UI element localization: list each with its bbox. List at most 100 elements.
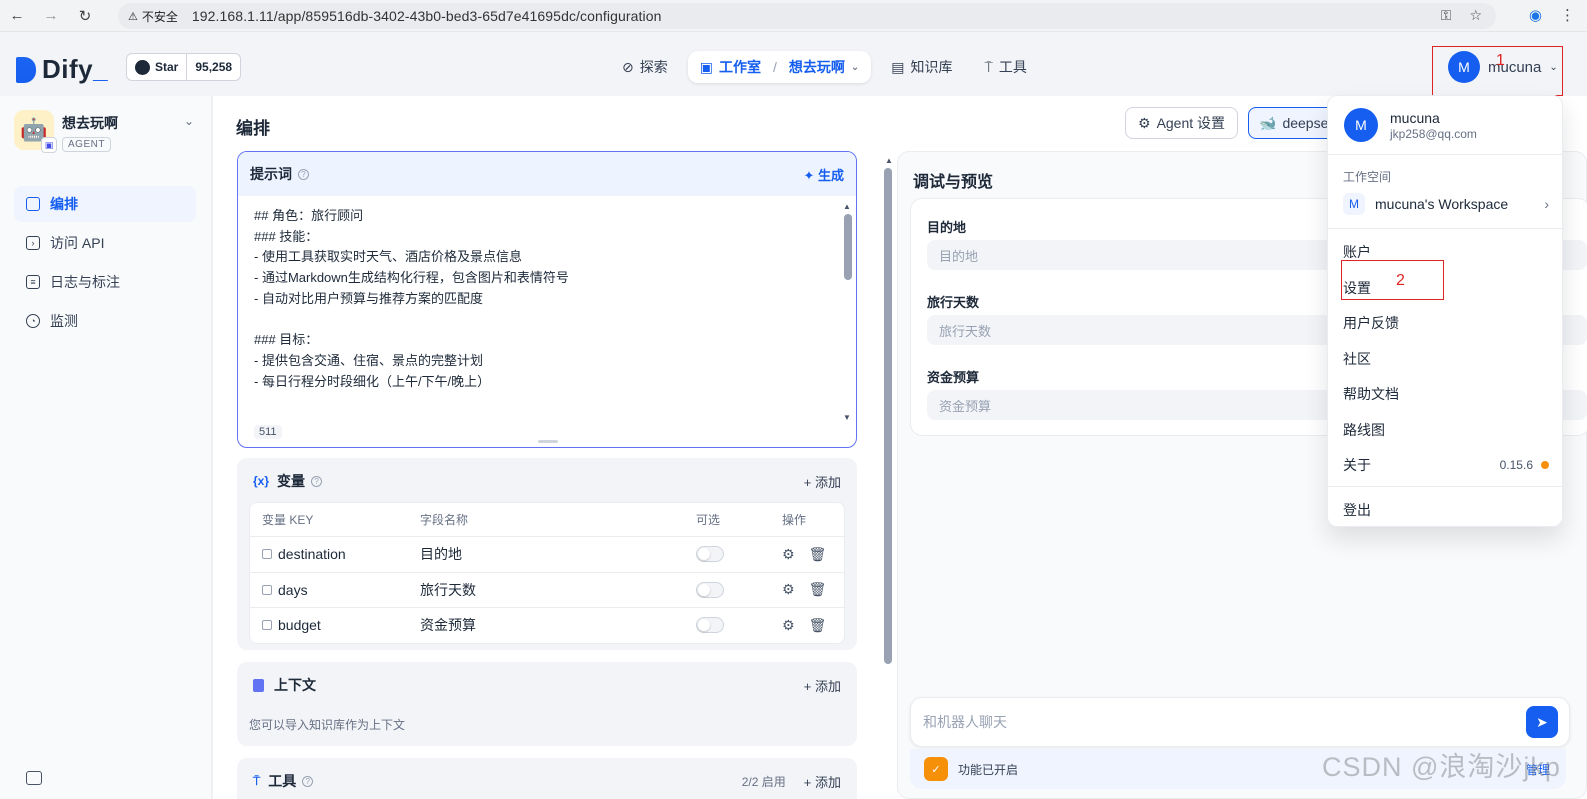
gear-icon[interactable]: ⚙: [782, 617, 795, 634]
add-variable-button[interactable]: + 添加: [804, 472, 841, 491]
tools-count: 2/2 启用: [741, 774, 786, 789]
nav-explore[interactable]: ⊘ 探索: [610, 51, 680, 83]
table-row: destination 目的地 ⚙ 🗑: [250, 536, 844, 572]
current-app-selector[interactable]: 想去玩啊: [789, 57, 845, 77]
optional-toggle[interactable]: [696, 617, 724, 634]
menu-item-community[interactable]: 社区: [1343, 349, 1549, 369]
document-icon: [253, 678, 264, 692]
trash-icon[interactable]: 🗑: [809, 617, 827, 634]
char-count: 511: [254, 425, 282, 439]
gear-icon: ⚙: [1138, 114, 1151, 131]
github-icon: [135, 59, 150, 75]
prompt-title: 提示词: [250, 166, 292, 182]
prompt-scrollbar[interactable]: ▲ ▼: [843, 202, 852, 422]
reload-icon[interactable]: ↻: [68, 0, 102, 32]
sidebar-item-logs[interactable]: ≡ 日志与标注: [14, 264, 196, 300]
help-icon[interactable]: ?: [311, 475, 323, 487]
sidebar-item-api[interactable]: › 访问 API: [14, 225, 196, 261]
send-icon: ➤: [1536, 713, 1548, 730]
layout-icon: [26, 197, 40, 211]
user-dropdown-menu: M mucuna jkp258@qq.com 工作空间 M mucuna's W…: [1327, 95, 1564, 527]
github-star-label: Star: [155, 60, 179, 74]
menu-item-roadmap[interactable]: 路线图: [1343, 420, 1549, 440]
scroll-thumb[interactable]: [844, 214, 852, 280]
forward-icon[interactable]: →: [34, 0, 68, 32]
profile-icon[interactable]: ◉: [1529, 6, 1542, 24]
send-button[interactable]: ➤: [1526, 706, 1558, 738]
logo-text: Dify: [42, 54, 94, 84]
book-icon: ▤: [891, 58, 905, 75]
collapse-sidebar-icon[interactable]: [26, 771, 42, 785]
address-bar[interactable]: ⚠ 不安全 192.168.1.11/app/859516db-3402-43b0…: [118, 3, 1496, 29]
nav-tools[interactable]: ⍑ 工具: [972, 51, 1038, 83]
text-type-icon: [262, 549, 272, 560]
table-row: days 旅行天数 ⚙ 🗑: [250, 571, 844, 608]
annotation-number-2: 2: [1396, 272, 1405, 289]
sparkle-icon: ✦: [803, 167, 815, 183]
help-icon[interactable]: ?: [302, 775, 314, 787]
scroll-up-icon[interactable]: ▲: [843, 202, 851, 211]
workspace-label: 工作空间: [1343, 170, 1392, 184]
dify-logo[interactable]: Dify_: [16, 54, 108, 85]
terminal-icon: ›: [26, 236, 40, 250]
sidebar-item-monitor[interactable]: ◔ 监测: [14, 303, 196, 339]
scroll-down-icon[interactable]: ▼: [843, 413, 851, 422]
menu-item-feedback[interactable]: 用户反馈: [1343, 313, 1549, 333]
sidebar-menu: 编排 › 访问 API ≡ 日志与标注 ◔ 监测: [14, 186, 196, 342]
plus-icon: +: [803, 774, 812, 790]
field-label: 资金预算: [927, 370, 980, 385]
optional-toggle[interactable]: [696, 546, 724, 563]
plus-icon: +: [803, 474, 812, 490]
app-info[interactable]: 🤖 ▣ 想去玩啊 AGENT: [14, 110, 118, 153]
sidebar-item-orchestrate[interactable]: 编排: [14, 186, 196, 222]
menu-item-logout[interactable]: 登出: [1343, 500, 1549, 520]
watermark: CSDN @浪淘沙jkp: [1322, 752, 1561, 782]
chevron-down-icon: ⌄: [850, 61, 860, 73]
panel-scrollbar[interactable]: [884, 168, 892, 664]
optional-toggle[interactable]: [696, 581, 724, 598]
github-star-button[interactable]: Star 95,258: [126, 53, 242, 81]
menu-item-docs[interactable]: 帮助文档: [1343, 384, 1549, 404]
agent-badge-icon: ▣: [41, 137, 57, 153]
chevron-right-icon: ›: [1544, 196, 1549, 212]
divider: [1328, 486, 1564, 487]
bookmark-star-icon[interactable]: ☆: [1469, 7, 1482, 24]
context-description: 您可以导入知识库作为上下文: [249, 718, 406, 732]
gear-icon[interactable]: ⚙: [782, 546, 795, 563]
chevron-down-icon[interactable]: ⌄: [184, 114, 194, 128]
generate-button[interactable]: ✦ 生成: [803, 165, 844, 184]
back-icon[interactable]: ←: [0, 0, 34, 32]
workspace-selector[interactable]: M mucuna's Workspace ›: [1343, 190, 1549, 218]
page-title: 编排: [236, 119, 270, 138]
app-type-badge: AGENT: [62, 137, 111, 152]
help-icon[interactable]: ?: [298, 168, 309, 180]
scroll-up-icon[interactable]: ▲: [885, 156, 893, 165]
dropdown-user-info: M mucuna jkp258@qq.com: [1344, 108, 1477, 142]
gear-icon[interactable]: ⚙: [782, 581, 795, 598]
trash-icon[interactable]: 🗑: [809, 546, 827, 563]
url-text: 192.168.1.11/app/859516db-3402-43b0-bed3…: [191, 8, 662, 24]
field-label: 目的地: [927, 220, 967, 235]
compass-icon: ⊘: [622, 58, 634, 75]
menu-item-about[interactable]: 关于 0.15.6: [1343, 455, 1549, 475]
key-icon[interactable]: ⚿: [1441, 7, 1452, 24]
annotation-box-2: [1341, 260, 1444, 300]
browser-menu-icon[interactable]: ⋮: [1560, 6, 1575, 24]
divider: [1328, 154, 1564, 155]
nav-knowledge[interactable]: ▤ 知识库: [879, 51, 964, 83]
tools-title: 工具: [268, 773, 297, 789]
chat-input[interactable]: 和机器人聊天: [910, 697, 1570, 747]
add-tool-button[interactable]: + 添加: [804, 772, 841, 791]
nav-studio[interactable]: ▣ 工作室 / 想去玩啊 ⌄: [687, 51, 872, 83]
variables-card: {x} 变量 ? + 添加 变量 KEY 字段名称 可选 操作 destinat…: [237, 458, 857, 650]
trash-icon[interactable]: 🗑: [809, 581, 827, 598]
add-context-button[interactable]: + 添加: [804, 676, 841, 695]
agent-settings-button[interactable]: ⚙ Agent 设置: [1125, 107, 1239, 139]
prompt-editor[interactable]: ## 角色：旅行顾问 ### 技能： - 使用工具获取实时天气、酒店价格及景点信…: [238, 196, 856, 414]
browser-toolbar: ← → ↻ ⚠ 不安全 192.168.1.11/app/859516db-340…: [0, 0, 1587, 32]
github-star-count: 95,258: [195, 60, 233, 74]
menu-item-account[interactable]: 账户: [1343, 242, 1549, 262]
resize-handle[interactable]: [538, 440, 558, 443]
security-indicator[interactable]: ⚠ 不安全: [128, 8, 178, 25]
hammer-icon: ⍑: [984, 58, 993, 75]
